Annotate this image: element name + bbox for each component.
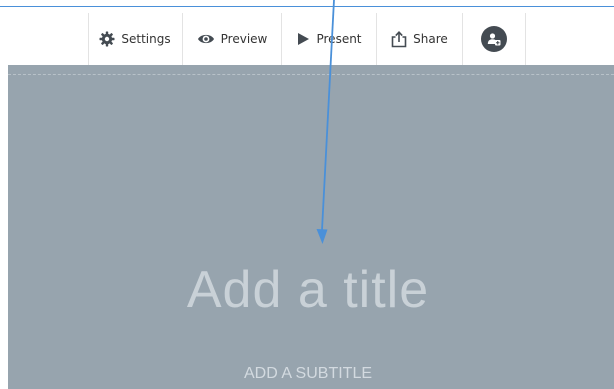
profile-button[interactable] bbox=[463, 13, 525, 65]
preview-label: Preview bbox=[220, 32, 268, 46]
present-label: Present bbox=[316, 32, 362, 46]
top-accent-line bbox=[0, 6, 614, 7]
present-button[interactable]: Present bbox=[282, 13, 376, 65]
settings-label: Settings bbox=[121, 32, 171, 46]
slide-canvas[interactable]: Add a title ADD A SUBTITLE bbox=[8, 65, 614, 389]
play-icon bbox=[296, 32, 310, 46]
toolbar: Settings Preview Present Share bbox=[0, 13, 614, 65]
eye-icon bbox=[197, 32, 215, 46]
gear-icon bbox=[99, 31, 115, 47]
canvas-guide-line bbox=[8, 74, 614, 75]
slide-subtitle-placeholder[interactable]: ADD A SUBTITLE bbox=[8, 365, 608, 383]
share-icon bbox=[391, 30, 407, 48]
user-add-icon bbox=[481, 26, 507, 52]
preview-button[interactable]: Preview bbox=[183, 13, 281, 65]
slide-title-placeholder[interactable]: Add a title bbox=[8, 260, 608, 320]
share-label: Share bbox=[413, 32, 448, 46]
toolbar-divider bbox=[525, 13, 526, 65]
editor-page: Settings Preview Present Share Add a tit… bbox=[0, 0, 614, 389]
settings-button[interactable]: Settings bbox=[88, 13, 182, 65]
share-button[interactable]: Share bbox=[377, 13, 462, 65]
